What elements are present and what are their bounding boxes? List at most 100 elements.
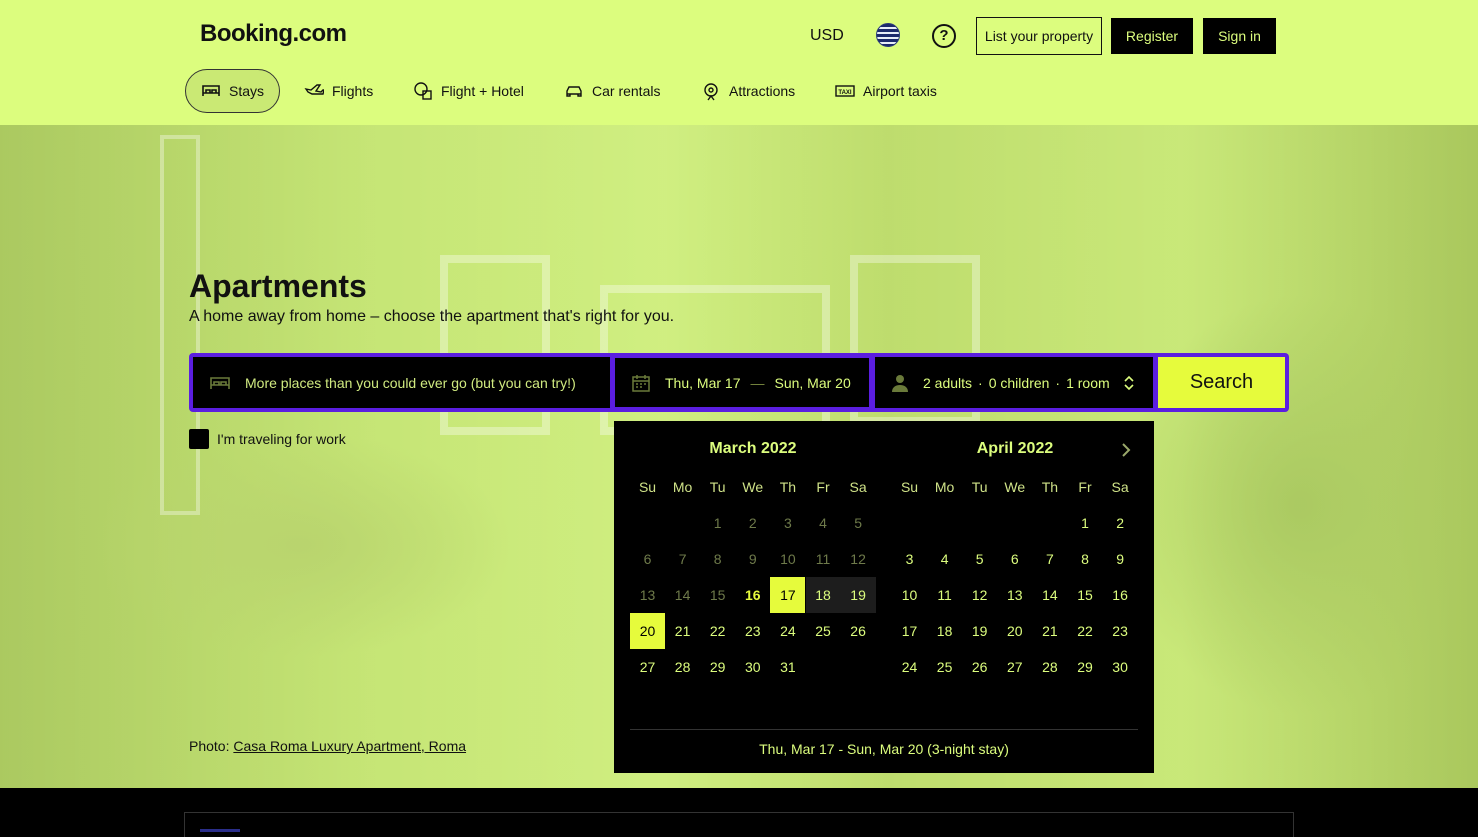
calendar-day: 11 — [815, 551, 831, 567]
weekday-label: Su — [638, 479, 657, 495]
calendar-day[interactable]: 1 — [1068, 505, 1103, 541]
calendar-day[interactable]: 17 — [770, 577, 806, 613]
weekday-label: Tu — [709, 479, 726, 495]
footer-accent — [200, 829, 240, 832]
currency-selector[interactable]: USD — [810, 27, 844, 45]
nav-attractions[interactable]: Attractions — [701, 69, 795, 113]
calendar-day[interactable]: 19 — [962, 613, 997, 649]
calendar-day[interactable]: 24 — [892, 649, 927, 685]
nav-label: Airport taxis — [863, 83, 937, 99]
calendar-day[interactable]: 27 — [997, 649, 1032, 685]
calendar-day[interactable]: 18 — [805, 577, 841, 613]
calendar-day[interactable]: 14 — [1032, 577, 1067, 613]
stay-summary: Thu, Mar 17 - Sun, Mar 20 (3-night stay) — [759, 741, 1009, 757]
calendar-day[interactable]: 3 — [892, 541, 927, 577]
nav-car-rentals[interactable]: Car rentals — [564, 69, 660, 113]
photo-credit-link[interactable]: Casa Roma Luxury Apartment, Roma — [233, 738, 466, 754]
calendar-day[interactable]: 5 — [962, 541, 997, 577]
calendar-day[interactable]: 25 — [806, 613, 841, 649]
nav-stays[interactable]: Stays — [185, 69, 281, 113]
guests-field[interactable]: 2 adults · 0 children · 1 room — [875, 357, 1153, 408]
date-range-field[interactable]: Thu, Mar 17 — Sun, Mar 20 — [614, 357, 870, 408]
calendar-day[interactable]: 8 — [1068, 541, 1103, 577]
calendar-day: 9 — [748, 551, 757, 567]
calendar-day[interactable]: 21 — [1032, 613, 1067, 649]
calendar-day[interactable]: 20 — [630, 613, 665, 649]
calendar-day[interactable]: 25 — [927, 649, 962, 685]
weekday-label: We — [742, 479, 764, 495]
work-travel-label: I'm traveling for work — [217, 431, 346, 447]
weekday-label: Sa — [849, 479, 867, 495]
weekday-label: Th — [779, 479, 797, 495]
calendar-day[interactable]: 9 — [1103, 541, 1138, 577]
calendar-day[interactable]: 2 — [1103, 505, 1138, 541]
date-separator: — — [750, 374, 765, 391]
nav-flights[interactable]: Flights — [304, 69, 373, 113]
calendar-day: 1 — [713, 515, 722, 531]
calendar-day[interactable]: 20 — [997, 613, 1032, 649]
calendar-day[interactable]: 21 — [665, 613, 700, 649]
calendar-day[interactable]: 28 — [1032, 649, 1067, 685]
calendar-day[interactable]: 29 — [1068, 649, 1103, 685]
calendar-divider — [630, 729, 1138, 730]
calendar-day[interactable]: 10 — [892, 577, 927, 613]
calendar-day: 5 — [854, 515, 862, 531]
chevron-right-icon[interactable] — [1116, 440, 1136, 460]
calendar-day[interactable]: 12 — [962, 577, 997, 613]
calendar-day[interactable]: 23 — [1103, 613, 1138, 649]
calendar-day[interactable]: 11 — [927, 577, 962, 613]
month-title: March 2022 — [709, 440, 797, 457]
work-travel-checkbox[interactable] — [189, 429, 209, 449]
calendar-day[interactable]: 22 — [700, 613, 735, 649]
separator-dot: · — [978, 374, 983, 391]
nav-flight-hotel[interactable]: Flight + Hotel — [413, 69, 524, 113]
calendar-day[interactable]: 26 — [962, 649, 997, 685]
booking-logo[interactable]: Booking.com — [200, 20, 347, 48]
nav-airport-taxis[interactable]: TAXI Airport taxis — [835, 69, 937, 113]
site-header: Booking.com USD ? List your property Reg… — [0, 0, 1478, 125]
language-flag-icon[interactable] — [876, 23, 900, 47]
calendar-day[interactable]: 31 — [770, 649, 805, 685]
bed-icon — [210, 376, 230, 389]
checkout-date: Sun, Mar 20 — [774, 374, 851, 391]
calendar-day[interactable]: 23 — [735, 613, 770, 649]
calendar-day[interactable]: 22 — [1068, 613, 1103, 649]
car-icon — [566, 86, 582, 97]
calendar-day[interactable]: 18 — [927, 613, 962, 649]
calendar-icon — [632, 374, 650, 392]
search-button[interactable]: Search — [1158, 357, 1285, 408]
calendar-day[interactable]: 17 — [892, 613, 927, 649]
calendar-day[interactable]: 29 — [700, 649, 735, 685]
weekday-label: Fr — [1078, 479, 1092, 495]
sign-in-button[interactable]: Sign in — [1203, 18, 1276, 54]
calendar-day[interactable]: 6 — [997, 541, 1032, 577]
person-icon — [892, 374, 908, 392]
calendar-day[interactable]: 7 — [1032, 541, 1067, 577]
calendar-day[interactable]: 30 — [735, 649, 770, 685]
calendar-day: 7 — [678, 551, 687, 567]
weekday-label: Su — [900, 479, 919, 495]
calendar-day[interactable]: 16 — [1103, 577, 1138, 613]
destination-placeholder: More places than you could ever go (but … — [245, 374, 576, 391]
calendar-day[interactable]: 26 — [841, 613, 876, 649]
calendar-day[interactable]: 15 — [1068, 577, 1103, 613]
register-button[interactable]: Register — [1111, 18, 1193, 54]
destination-field[interactable]: More places than you could ever go (but … — [193, 357, 610, 408]
weekday-label: Th — [1041, 479, 1059, 495]
weekday-label: Mo — [934, 479, 955, 495]
nav-label: Flight + Hotel — [441, 83, 524, 99]
calendar-day[interactable]: 28 — [665, 649, 700, 685]
calendar-day[interactable]: 19 — [840, 577, 876, 613]
checkin-date: Thu, Mar 17 — [665, 374, 741, 391]
attractions-icon — [704, 83, 718, 101]
calendar-day[interactable]: 27 — [630, 649, 665, 685]
calendar-day[interactable]: 13 — [997, 577, 1032, 613]
list-property-button[interactable]: List your property — [976, 17, 1102, 55]
help-icon[interactable]: ? — [932, 24, 956, 48]
calendar-day[interactable]: 24 — [770, 613, 805, 649]
work-travel-option[interactable]: I'm traveling for work — [189, 429, 346, 449]
page-subtitle: A home away from home – choose the apart… — [189, 308, 675, 325]
calendar-day[interactable]: 4 — [927, 541, 962, 577]
calendar-day[interactable]: 30 — [1103, 649, 1138, 685]
calendar-day[interactable]: 16 — [735, 577, 770, 613]
